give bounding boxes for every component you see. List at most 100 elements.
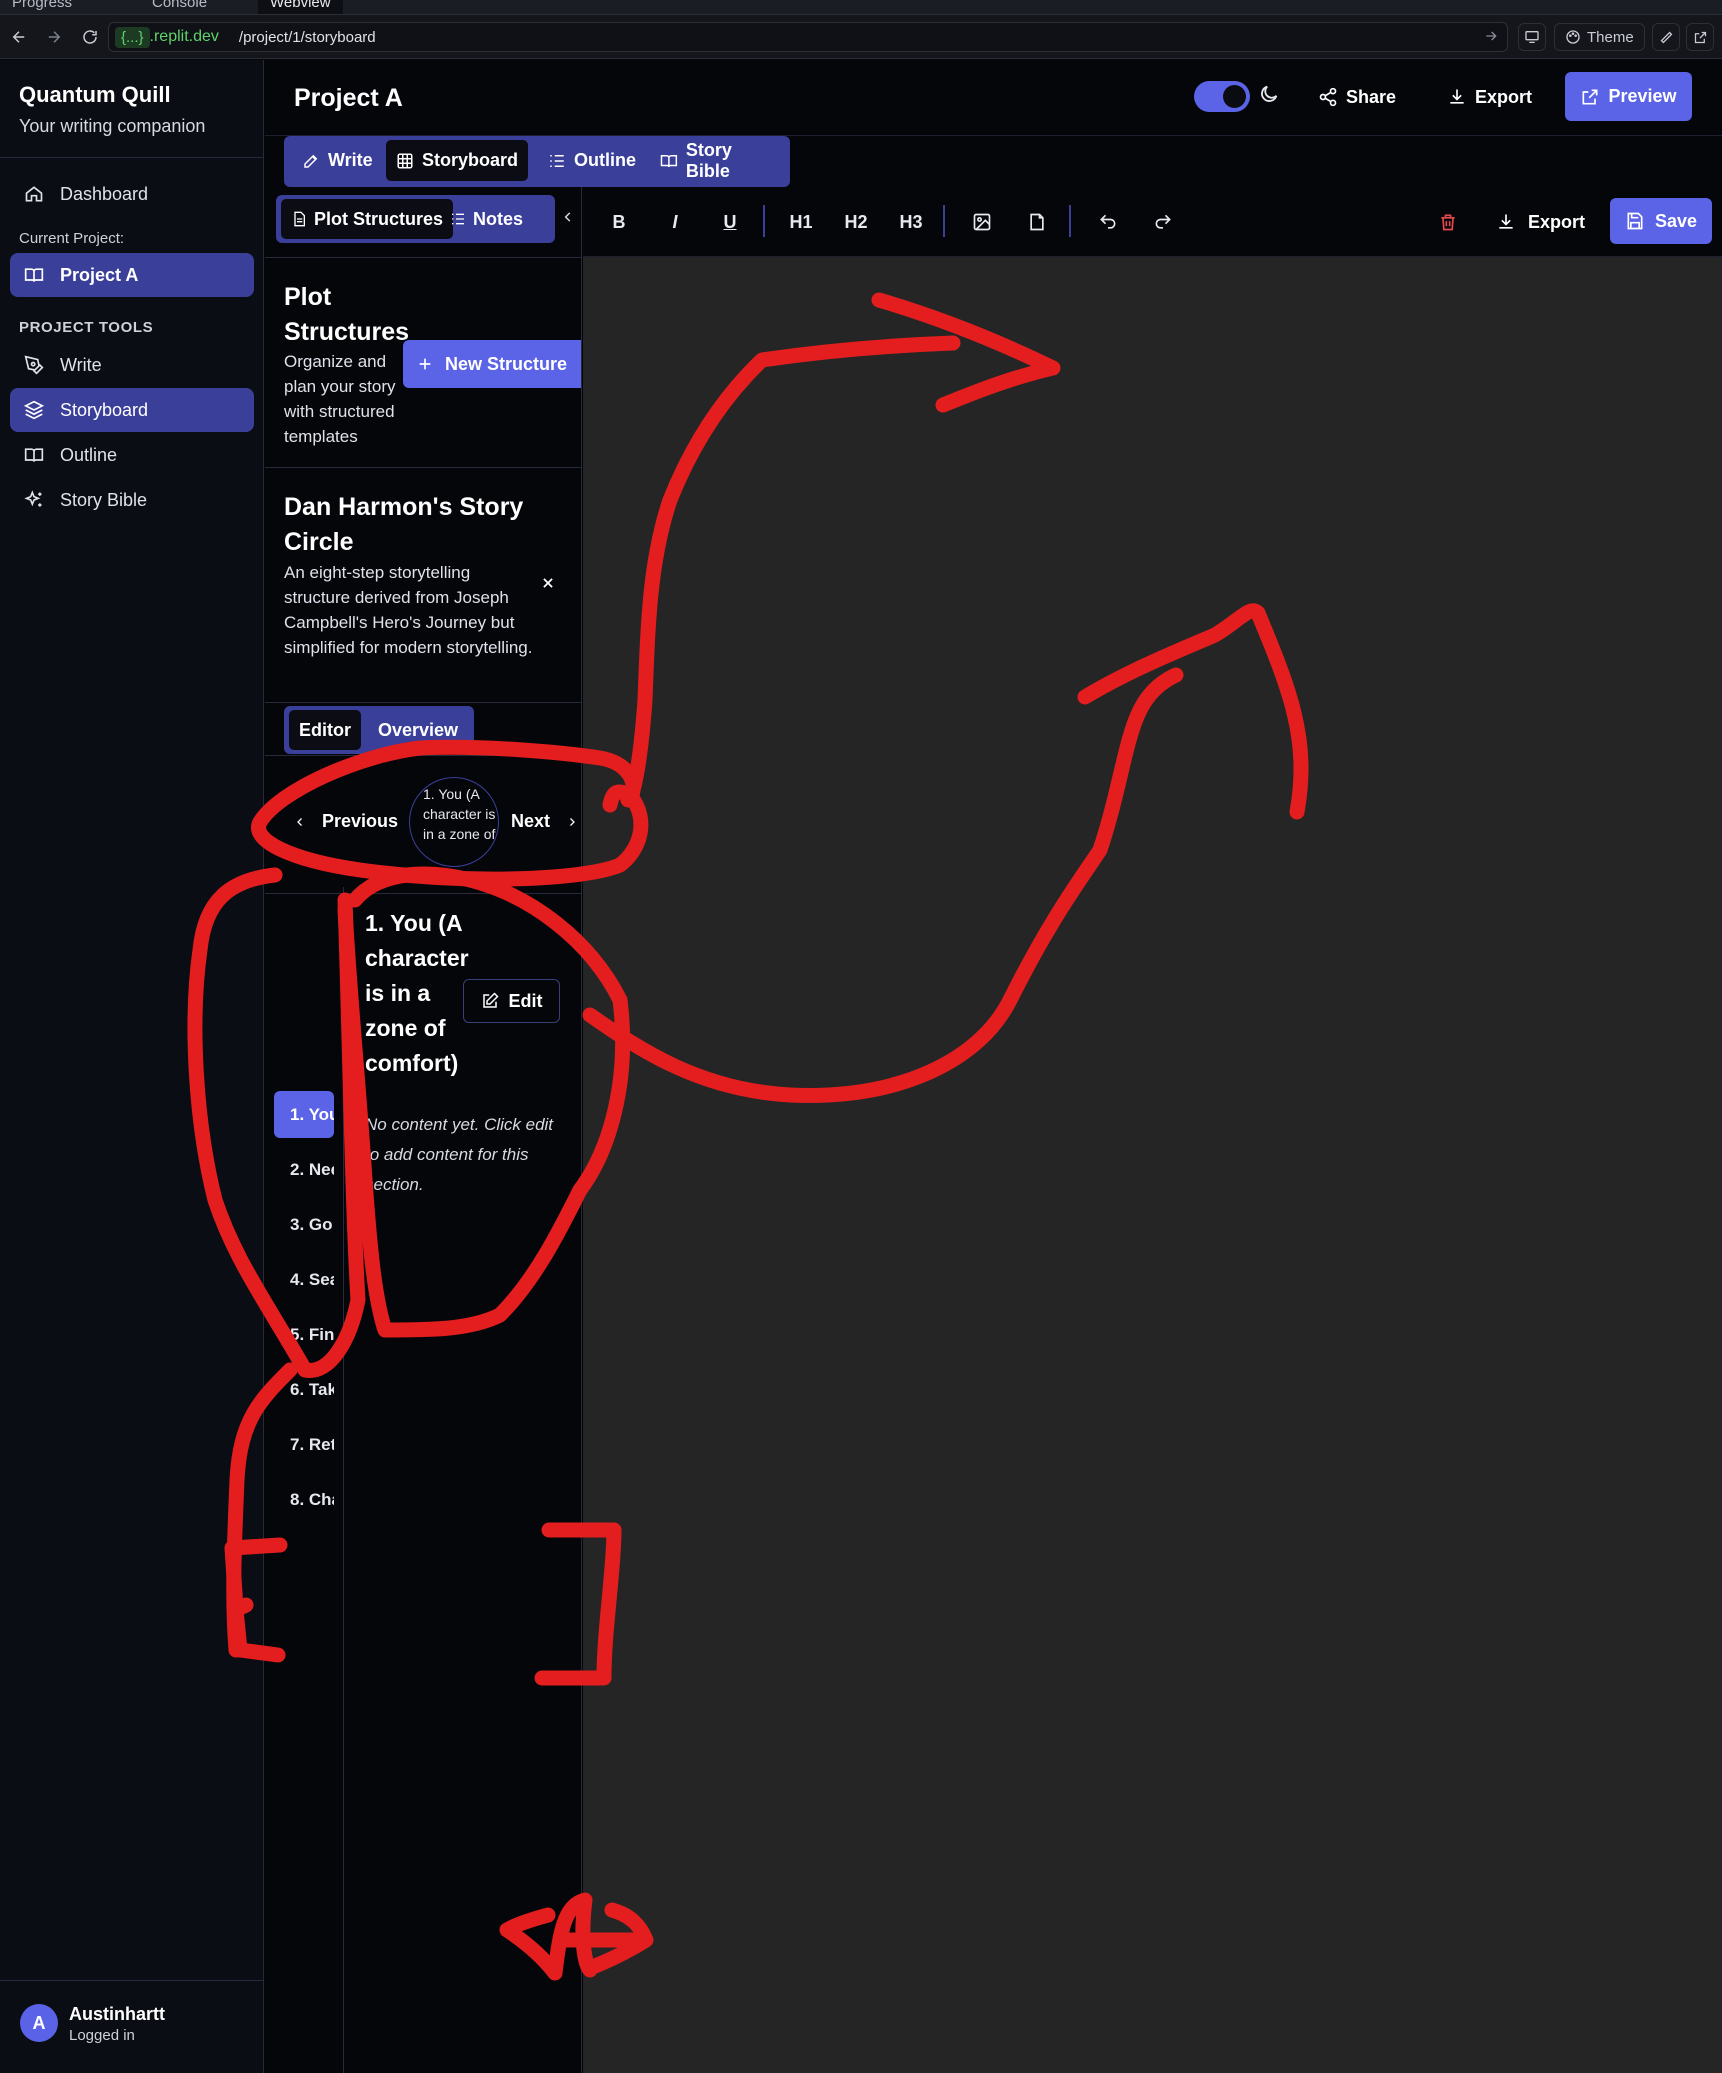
italic-button[interactable]: I: [663, 207, 687, 237]
export-button[interactable]: Export: [1447, 78, 1532, 116]
step-item[interactable]: 6. Take: [274, 1366, 334, 1413]
browser-tab-strip: Progress Console Webview: [0, 0, 1722, 15]
devices-icon[interactable]: [1518, 23, 1546, 51]
heading-1-button[interactable]: H1: [784, 207, 818, 237]
next-button[interactable]: Next: [511, 811, 578, 832]
app-sidebar: Quantum Quill Your writing companion Das…: [0, 60, 264, 2073]
palette-icon: [1566, 30, 1580, 44]
close-icon[interactable]: [541, 576, 555, 590]
view-tabs: Editor Overview: [284, 706, 474, 754]
tab-label: Write: [328, 150, 373, 170]
panel-divider: [265, 755, 582, 756]
step-item[interactable]: 2. Nee: [274, 1146, 334, 1193]
toolbar-separator: [943, 205, 945, 237]
user-status: Logged in: [69, 2027, 135, 2044]
reload-icon[interactable]: [78, 25, 102, 49]
editor-export-button[interactable]: Export: [1496, 207, 1585, 237]
bold-button[interactable]: B: [607, 207, 631, 237]
tab-editor[interactable]: Editor: [289, 710, 361, 750]
sidebar-divider: [0, 157, 264, 158]
file-icon[interactable]: [1022, 207, 1052, 237]
panel-divider: [265, 257, 582, 258]
section-description: Organize and plan your story with struct…: [284, 352, 396, 446]
moon-icon[interactable]: [1258, 83, 1280, 105]
editor-canvas[interactable]: [583, 257, 1722, 2073]
trash-icon[interactable]: [1433, 207, 1463, 237]
heading-3-button[interactable]: H3: [894, 207, 928, 237]
image-icon[interactable]: [967, 207, 997, 237]
avatar[interactable]: A: [20, 2004, 58, 2042]
sidebar-item-story-bible[interactable]: Story Bible: [10, 478, 254, 522]
editor-export-label: Export: [1528, 211, 1586, 232]
sidebar-item-dashboard[interactable]: Dashboard: [10, 172, 254, 216]
dark-mode-toggle[interactable]: [1194, 81, 1250, 112]
tab-label: Notes: [473, 208, 524, 229]
toolbar-separator: [763, 205, 765, 237]
address-field[interactable]: {...} .replit.dev /project/1/storyboard: [108, 22, 1508, 52]
preview-button[interactable]: Preview: [1565, 72, 1692, 121]
step-item[interactable]: 5. Find: [274, 1311, 334, 1358]
share-button[interactable]: Share: [1318, 78, 1396, 116]
chevron-left-icon[interactable]: [561, 209, 575, 225]
heading-2-button[interactable]: H2: [839, 207, 873, 237]
browser-tab-console[interactable]: Console: [140, 0, 219, 14]
tab-outline[interactable]: Outline: [538, 140, 646, 181]
book-open-icon: [24, 448, 44, 462]
redo-icon[interactable]: [1148, 207, 1178, 237]
step-item[interactable]: 7. Retu: [274, 1421, 334, 1468]
tab-write[interactable]: Write: [292, 140, 383, 181]
browser-tab-progress[interactable]: Progress: [0, 0, 84, 14]
undo-icon[interactable]: [1093, 207, 1123, 237]
panel-sub-tabs: Plot Structures Notes: [276, 195, 555, 243]
pen-tool-icon: [24, 355, 44, 375]
panel-divider: [265, 467, 582, 468]
list-tree-icon: [452, 213, 464, 225]
share-icon: [1319, 87, 1337, 107]
tab-label: Plot Structures: [314, 208, 444, 229]
share-label: Share: [1346, 86, 1397, 107]
book-open-icon: [660, 154, 678, 167]
tab-plot-structures[interactable]: Plot Structures: [281, 199, 454, 239]
editor-toolbar: B I U H1 H2 H3 Export Save: [583, 187, 1722, 257]
sidebar-item-storyboard[interactable]: Storyboard: [10, 388, 254, 432]
step-item[interactable]: 4. Sea: [274, 1256, 334, 1303]
preview-label: Preview: [1608, 86, 1677, 106]
chevron-right-icon: [570, 817, 575, 826]
step-item[interactable]: 3. Go: [274, 1201, 334, 1248]
plus-icon: [419, 358, 431, 370]
open-external-icon[interactable]: [1686, 23, 1714, 51]
step-item[interactable]: 1. You: [274, 1091, 334, 1138]
edit-button[interactable]: Edit: [463, 979, 560, 1023]
tab-overview[interactable]: Overview: [368, 710, 468, 750]
tab-storyboard[interactable]: Storyboard: [386, 140, 529, 181]
save-button[interactable]: Save: [1610, 198, 1712, 244]
theme-button[interactable]: Theme: [1554, 23, 1645, 51]
underline-button[interactable]: U: [718, 207, 742, 237]
sidebar-item-label: Write: [60, 354, 102, 375]
sidebar-item-outline[interactable]: Outline: [10, 433, 254, 477]
sidebar-item-current-project[interactable]: Project A: [10, 253, 254, 297]
chevron-left-icon: [297, 817, 302, 826]
previous-button[interactable]: Previous: [294, 811, 398, 832]
sidebar-item-label: Project A: [60, 264, 139, 285]
wrench-icon[interactable]: [1652, 23, 1680, 51]
empty-content-note: No content yet. Click edit to add conten…: [365, 1115, 554, 1194]
forward-arrow-icon[interactable]: [42, 25, 66, 49]
sidebar-item-label: Dashboard: [60, 183, 149, 204]
new-structure-button[interactable]: New Structure: [403, 340, 581, 388]
external-link-icon: [1582, 89, 1598, 104]
browser-tab-webview[interactable]: Webview: [258, 0, 343, 14]
sidebar-item-write[interactable]: Write: [10, 343, 254, 387]
list-tree-icon: [550, 154, 564, 167]
app-name: Quantum Quill: [19, 82, 171, 107]
next-label: Next: [511, 811, 551, 831]
back-arrow-icon[interactable]: [7, 25, 31, 49]
current-step-indicator: 1. You (A character is in a zone of: [409, 777, 499, 867]
tab-story-bible[interactable]: Story Bible: [650, 140, 790, 181]
tab-notes[interactable]: Notes: [440, 199, 533, 239]
theme-label: Theme: [1587, 28, 1634, 46]
url-path: /project/1/storyboard: [238, 28, 376, 46]
go-arrow-icon[interactable]: [1483, 28, 1499, 44]
step-item[interactable]: 8. Cha: [274, 1476, 334, 1523]
structure-title: Dan Harmon's Story Circle: [284, 493, 524, 556]
